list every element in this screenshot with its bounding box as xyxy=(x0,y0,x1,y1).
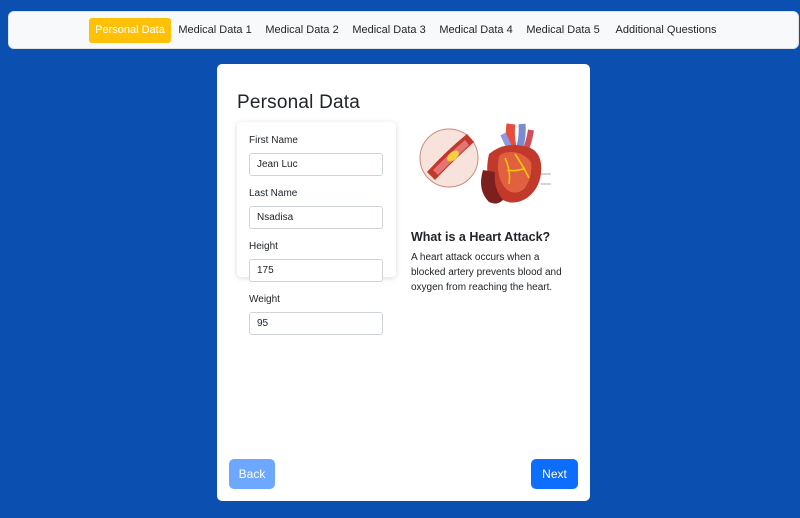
tab-medical-data-5[interactable]: Medical Data 5 xyxy=(523,18,603,43)
page-title: Personal Data xyxy=(237,92,361,113)
info-title: What is a Heart Attack? xyxy=(411,230,551,244)
tab-medical-data-1[interactable]: Medical Data 1 xyxy=(175,18,255,43)
tab-medical-data-3[interactable]: Medical Data 3 xyxy=(349,18,429,43)
weight-input[interactable] xyxy=(249,312,383,335)
first-name-label: First Name xyxy=(249,135,298,146)
first-name-input[interactable] xyxy=(249,153,383,176)
info-text: A heart attack occurs when a blocked art… xyxy=(411,252,562,293)
next-button[interactable]: Next xyxy=(531,459,578,489)
last-name-label: Last Name xyxy=(249,188,298,199)
height-input[interactable] xyxy=(249,259,383,282)
tab-personal-data[interactable]: Personal Data xyxy=(89,18,171,43)
tab-medical-data-2[interactable]: Medical Data 2 xyxy=(262,18,342,43)
tab-medical-data-4[interactable]: Medical Data 4 xyxy=(436,18,516,43)
last-name-input[interactable] xyxy=(249,206,383,229)
height-label: Height xyxy=(249,241,278,252)
heart-illustration xyxy=(419,123,551,204)
back-button[interactable]: Back xyxy=(229,459,275,489)
navbar: Personal Data Medical Data 1 Medical Dat… xyxy=(8,11,799,49)
tab-additional-questions[interactable]: Additional Questions xyxy=(611,18,721,43)
weight-label: Weight xyxy=(249,294,280,305)
form-card: Personal Data First Name Last Name Heigh… xyxy=(217,64,590,501)
